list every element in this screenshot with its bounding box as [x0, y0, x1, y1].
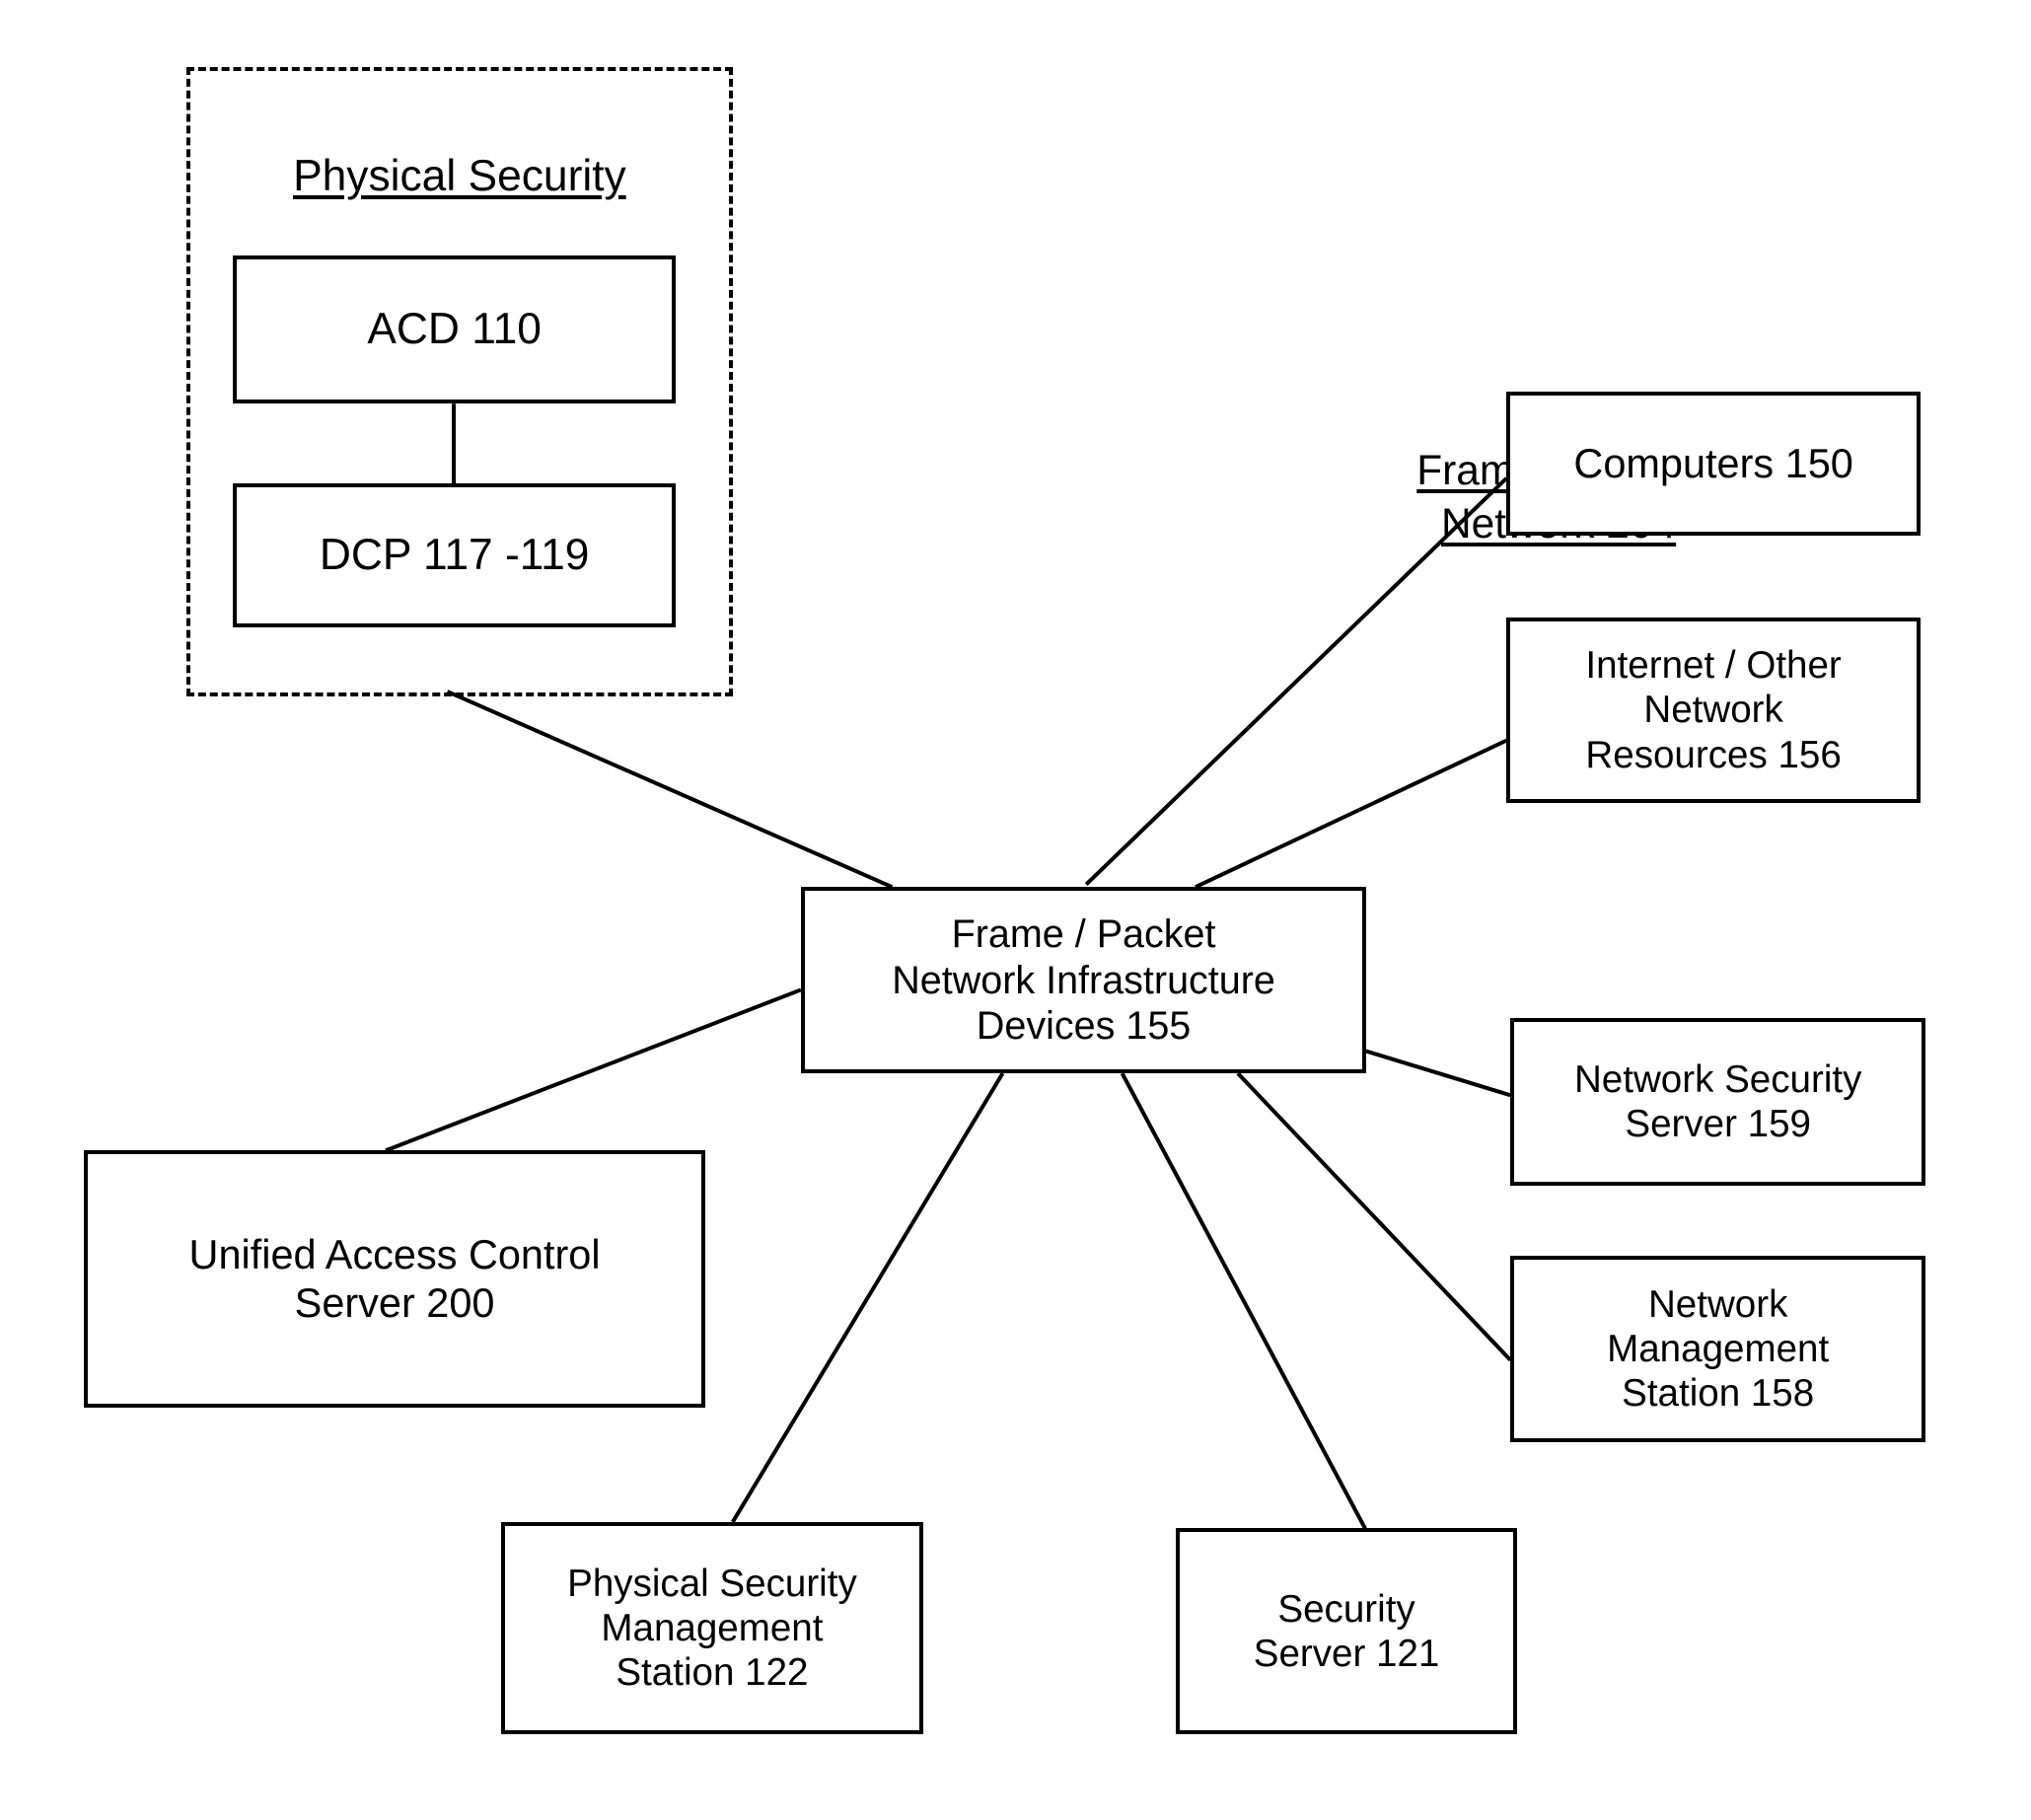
node-security-server-121-label: Security Server 121 [1253, 1587, 1440, 1675]
edge-infrastructure-to-network-management-station [1236, 1071, 1512, 1362]
node-physical-security-management-station-122-label: Physical Security Management Station 122 [567, 1562, 857, 1694]
node-acd-110[interactable]: ACD 110 [232, 255, 677, 404]
edge-infrastructure-to-unified-access-control-server [385, 987, 802, 1153]
node-network-management-station-158[interactable]: Network Management Station 158 [1510, 1256, 1926, 1443]
node-frame-packet-network-infrastructure-devices-155-label: Frame / Packet Network Infrastructure De… [892, 912, 1275, 1048]
node-unified-access-control-server-200[interactable]: Unified Access Control Server 200 [83, 1150, 706, 1408]
edge-infrastructure-to-internet-resources [1195, 738, 1508, 889]
node-dcp-117-119[interactable]: DCP 117 -119 [232, 482, 677, 627]
node-frame-packet-network-infrastructure-devices-155[interactable]: Frame / Packet Network Infrastructure De… [800, 887, 1367, 1074]
node-unified-access-control-server-200-label: Unified Access Control Server 200 [188, 1231, 601, 1326]
node-acd-110-label: ACD 110 [367, 305, 542, 354]
node-computers-150[interactable]: Computers 150 [1506, 392, 1921, 537]
node-dcp-117-119-label: DCP 117 -119 [319, 531, 590, 580]
node-physical-security-management-station-122[interactable]: Physical Security Management Station 122 [501, 1521, 923, 1734]
node-computers-150-label: Computers 150 [1573, 440, 1853, 487]
node-security-server-121[interactable]: Security Server 121 [1176, 1528, 1517, 1734]
node-internet-other-network-resources-156-label: Internet / Other Network Resources 156 [1585, 644, 1842, 776]
edge-infrastructure-to-physical-security-management-station [731, 1072, 1005, 1523]
node-internet-other-network-resources-156[interactable]: Internet / Other Network Resources 156 [1506, 617, 1921, 804]
node-network-management-station-158-label: Network Management Station 158 [1607, 1282, 1830, 1416]
patent-figure-canvas: Physical Security System 202 Frame / Pac… [0, 0, 2031, 1820]
node-network-security-server-159[interactable]: Network Security Server 159 [1510, 1018, 1926, 1186]
edge-infrastructure-to-security-server [1120, 1072, 1367, 1530]
node-network-security-server-159-label: Network Security Server 159 [1573, 1057, 1862, 1145]
edge-physical-security-system-to-infrastructure [446, 690, 894, 890]
physical-security-system-caption-line1: Physical Security [293, 151, 626, 200]
